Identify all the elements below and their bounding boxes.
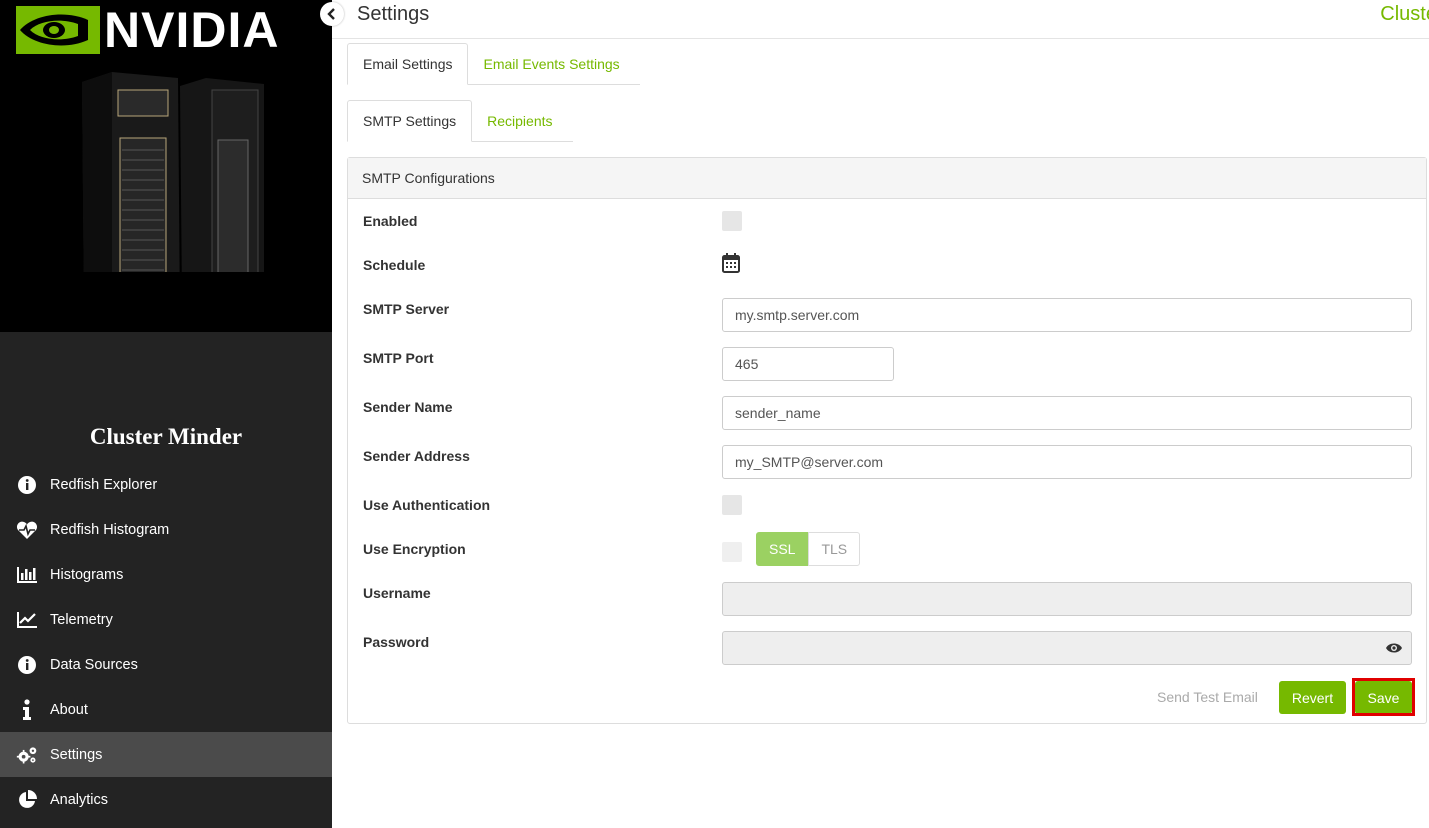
use-authentication-checkbox[interactable] bbox=[722, 495, 742, 515]
gears-icon bbox=[16, 744, 38, 766]
sidebar-item-about[interactable]: About bbox=[0, 687, 332, 732]
brand-logo: NVIDIA bbox=[0, 0, 332, 60]
sender-address-label: Sender Address bbox=[363, 448, 470, 464]
email-tabs: Email Settings Email Events Settings bbox=[347, 43, 640, 85]
schedule-label: Schedule bbox=[363, 257, 426, 273]
sender-address-input[interactable]: my_SMTP@server.com bbox=[722, 445, 1412, 479]
brand-name: NVIDIA bbox=[104, 2, 280, 58]
line-chart-icon bbox=[16, 609, 38, 631]
sidebar-item-telemetry[interactable]: Telemetry bbox=[0, 597, 332, 642]
enabled-label: Enabled bbox=[363, 213, 418, 229]
sidebar-item-redfish-histogram[interactable]: Redfish Histogram bbox=[0, 507, 332, 552]
tab-smtp-settings[interactable]: SMTP Settings bbox=[347, 100, 473, 142]
eye-icon[interactable] bbox=[1386, 642, 1402, 654]
sidebar-item-label: Histograms bbox=[50, 566, 124, 583]
send-test-email-button[interactable]: Send Test Email bbox=[1157, 689, 1258, 705]
main-content: Settings Cluste Email Settings Email Eve… bbox=[320, 0, 1429, 828]
sidebar-item-label: Redfish Histogram bbox=[50, 521, 170, 538]
calendar-icon[interactable] bbox=[722, 253, 740, 273]
sidebar-nav: Redfish Explorer Redfish Histogram Histo… bbox=[0, 462, 332, 822]
tab-email-events-settings[interactable]: Email Events Settings bbox=[468, 43, 634, 84]
heartbeat-icon bbox=[16, 519, 38, 541]
sidebar-item-label: About bbox=[50, 701, 88, 718]
sidebar-item-analytics[interactable]: Analytics bbox=[0, 777, 332, 822]
smtp-port-label: SMTP Port bbox=[363, 350, 434, 366]
page-header: Settings Cluste bbox=[332, 0, 1429, 39]
info-circle-icon bbox=[16, 474, 38, 496]
sidebar-item-label: Redfish Explorer bbox=[50, 476, 158, 493]
sidebar-item-histograms[interactable]: Histograms bbox=[0, 552, 332, 597]
tab-recipients[interactable]: Recipients bbox=[472, 100, 567, 141]
chevron-left-icon bbox=[327, 8, 335, 20]
hero-shadow bbox=[0, 272, 332, 332]
header-app-name: Cluste bbox=[1380, 3, 1429, 25]
password-input[interactable] bbox=[722, 631, 1412, 665]
encryption-toggle: SSL TLS bbox=[756, 532, 861, 566]
enabled-checkbox[interactable] bbox=[722, 211, 742, 231]
page-title: Settings bbox=[357, 3, 430, 25]
tls-button[interactable]: TLS bbox=[808, 532, 861, 566]
ssl-button[interactable]: SSL bbox=[756, 532, 809, 566]
panel-title: SMTP Configurations bbox=[348, 158, 1426, 199]
smtp-tabs: SMTP Settings Recipients bbox=[347, 100, 573, 142]
nvidia-eye-icon bbox=[16, 6, 100, 54]
sidebar-item-settings[interactable]: Settings bbox=[0, 732, 332, 777]
sidebar-item-label: Analytics bbox=[50, 791, 109, 808]
sender-name-label: Sender Name bbox=[363, 399, 453, 415]
smtp-port-input[interactable]: 465 bbox=[722, 347, 894, 381]
password-label: Password bbox=[363, 634, 430, 650]
smtp-server-label: SMTP Server bbox=[363, 301, 450, 317]
sidebar-item-label: Settings bbox=[50, 746, 103, 763]
sidebar: NVIDIA Cluster Minder Redfish Explorer R… bbox=[0, 0, 332, 828]
tab-email-settings[interactable]: Email Settings bbox=[347, 43, 469, 85]
username-input[interactable] bbox=[722, 582, 1412, 616]
sidebar-item-redfish-explorer[interactable]: Redfish Explorer bbox=[0, 462, 332, 507]
info-icon bbox=[16, 698, 38, 721]
app-title: Cluster Minder bbox=[89, 424, 243, 449]
sidebar-item-label: Data Sources bbox=[50, 656, 138, 673]
sender-name-input[interactable]: sender_name bbox=[722, 396, 1412, 430]
smtp-config-panel: SMTP Configurations Enabled Schedule SMT… bbox=[347, 157, 1427, 724]
collapse-sidebar-button[interactable] bbox=[320, 2, 344, 26]
save-highlight bbox=[1352, 678, 1415, 716]
pie-chart-icon bbox=[16, 789, 38, 811]
use-encryption-checkbox[interactable] bbox=[722, 542, 742, 562]
use-authentication-label: Use Authentication bbox=[363, 497, 491, 513]
bar-chart-icon bbox=[16, 564, 38, 586]
sidebar-item-label: Telemetry bbox=[50, 611, 113, 628]
revert-button[interactable]: Revert bbox=[1279, 681, 1346, 714]
use-encryption-label: Use Encryption bbox=[363, 541, 466, 557]
info-circle-icon bbox=[16, 654, 38, 676]
smtp-server-input[interactable]: my.smtp.server.com bbox=[722, 298, 1412, 332]
username-label: Username bbox=[363, 585, 431, 601]
sidebar-item-data-sources[interactable]: Data Sources bbox=[0, 642, 332, 687]
